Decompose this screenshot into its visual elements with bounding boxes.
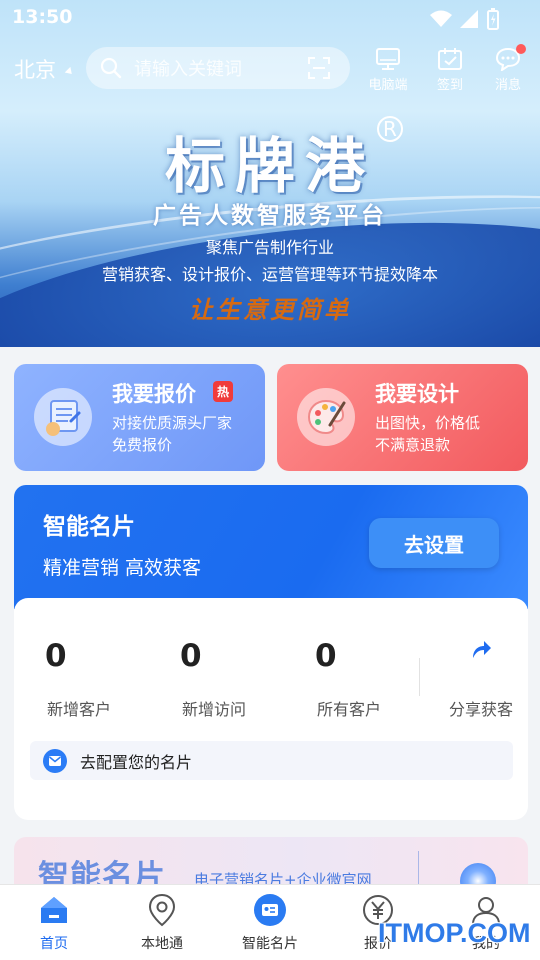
stat-all-customers[interactable]: 0 所有客户 [284,638,404,720]
design-card[interactable]: 我要设计 出图快，价格低 不满意退款 [277,364,528,471]
promo-banner[interactable]: 智能名片 电子营销名片+企业微官网 [14,837,528,885]
quote-scroll-icon [34,388,92,446]
city-selector[interactable]: 北京 [14,54,75,84]
unread-badge [516,44,526,54]
scan-icon[interactable] [308,57,330,79]
quote-card-title: 我要报价 [112,382,196,406]
quote-card-desc-line1: 对接优质源头厂家 [112,414,233,432]
signal-icon [460,10,478,28]
monitor-icon [376,48,400,70]
city-name: 北京 [14,58,56,82]
smart-card-subtitle: 精准营销 高效获客 [43,557,202,579]
quote-card-desc-line2: 免费报价 [112,436,173,454]
watermark: ITMOP.COM [378,918,531,948]
location-search-bar: 北京 请输入关键词 电脑端 签到 消息 [0,44,540,93]
home-icon [41,897,67,923]
config-card-text: 去配置您的名片 [80,752,193,772]
tab-business-card[interactable]: 智能名片 [216,893,324,953]
divider [418,851,419,885]
design-card-desc-line2: 不满意退款 [375,436,451,454]
desktop-button[interactable]: 电脑端 [358,46,418,93]
status-icons [430,8,500,30]
search-box[interactable]: 请输入关键词 [86,47,350,89]
stat-value: 0 [45,638,67,674]
design-card-desc-line1: 出图快，价格低 [375,414,481,432]
smart-card-header: 智能名片 精准营销 高效获客 去设置 [14,485,528,609]
stat-label: 新增客户 [47,700,112,719]
brand-title: 标牌港 [165,132,375,202]
palette-icon [297,388,355,446]
tab-label: 本地通 [141,936,183,952]
brand-logo: 标牌港 [0,118,540,205]
stat-new-visits[interactable]: 0 新增访问 [149,638,269,720]
dropdown-caret-icon [64,66,75,77]
messages-label: 消息 [494,78,521,93]
promo-banner-subtitle: 电子营销名片+企业微官网 [194,871,372,885]
stat-value: 0 [180,638,202,674]
messages-button[interactable]: 消息 [478,44,538,93]
share-label: 分享获客 [448,700,513,719]
status-time: 13:50 [12,6,73,28]
tab-home[interactable]: 首页 [0,893,108,953]
registered-mark: R [377,116,403,142]
tab-label: 首页 [40,936,68,952]
location-pin-icon [148,893,176,927]
battery-icon [487,8,499,30]
setup-button[interactable]: 去设置 [369,518,499,568]
stat-new-customers[interactable]: 0 新增客户 [14,638,134,720]
quote-card-desc: 对接优质源头厂家 免费报价 [112,412,232,456]
hero-desc-line1: 聚焦广告制作行业 [205,238,334,257]
search-icon [100,57,122,79]
tab-label: 智能名片 [242,936,298,952]
smart-card-stats: 0 新增客户 0 新增访问 0 所有客户 分享获客 去配置您的名片 [14,598,528,820]
status-bar: 13:50 [0,0,540,36]
promo-banner-title: 智能名片 [38,859,166,885]
stat-label: 新增访问 [182,700,247,719]
search-placeholder: 请输入关键词 [134,59,242,80]
wifi-icon [430,10,452,27]
hero-slogan: 让生意更简单 [189,295,351,324]
divider [419,658,420,696]
stat-value: 0 [315,638,337,674]
quote-card[interactable]: 我要报价 热 对接优质源头厂家 免费报价 [14,364,265,471]
hot-badge: 热 [213,381,234,402]
calendar-check-icon [438,48,462,70]
play-icon [460,863,496,885]
tab-local[interactable]: 本地通 [108,893,216,953]
hero-desc-line2: 营销获客、设计报价、运营管理等环节提效降本 [101,265,438,284]
checkin-label: 签到 [436,78,463,93]
desktop-label: 电脑端 [368,78,408,93]
hero-banner[interactable]: 13:50 北京 请输入关键词 电脑端 签到 消息 标牌港 R 广告人数智服务平… [0,0,540,347]
brand-subtitle: 广告人数智服务平台 [153,203,387,229]
stat-label: 所有客户 [317,700,382,719]
envelope-icon [43,748,67,773]
smart-card-title: 智能名片 [43,514,135,540]
checkin-button[interactable]: 签到 [420,46,480,93]
share-arrow-icon [473,641,491,658]
design-card-title: 我要设计 [375,382,459,406]
business-card-icon [254,894,286,926]
config-card-row[interactable]: 去配置您的名片 [30,741,513,780]
share-button[interactable]: 分享获客 [434,638,528,720]
design-card-desc: 出图快，价格低 不满意退款 [375,412,480,456]
